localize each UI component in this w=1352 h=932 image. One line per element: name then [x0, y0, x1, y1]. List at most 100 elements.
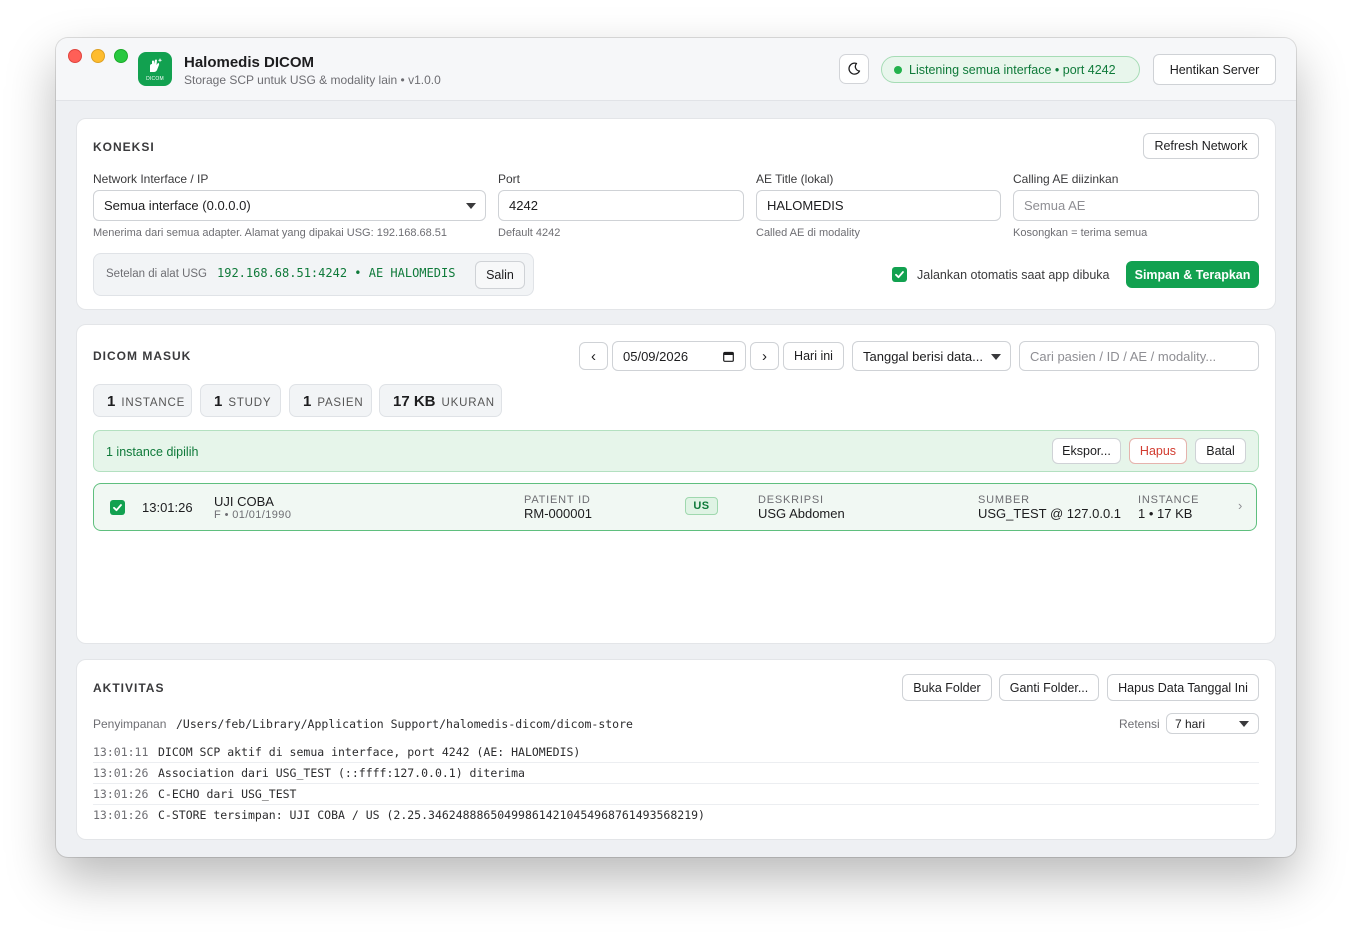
- patient-name: UJI COBA: [214, 494, 274, 509]
- stat-patient-value: 1: [303, 393, 312, 410]
- log-time: 13:01:26: [93, 808, 149, 822]
- log-time: 13:01:26: [93, 766, 149, 780]
- delete-button[interactable]: Hapus: [1129, 438, 1187, 464]
- log-message: C-ECHO dari USG_TEST: [158, 787, 297, 801]
- row-time: 13:01:26: [142, 500, 193, 515]
- modality-badge: US: [685, 497, 718, 515]
- chevron-down-icon: [466, 203, 476, 209]
- save-apply-button[interactable]: Simpan & Terapkan: [1126, 261, 1259, 288]
- ae-title-input[interactable]: HALOMEDIS: [756, 190, 1001, 221]
- zoom-window-button[interactable]: [114, 49, 128, 63]
- connection-title: KONEKSI: [93, 140, 155, 154]
- storage-label: Penyimpanan: [93, 717, 167, 731]
- refresh-network-button[interactable]: Refresh Network: [1143, 133, 1259, 159]
- server-status-text: Listening semua interface • port 4242: [909, 62, 1116, 77]
- calling-ae-input[interactable]: Semua AE: [1013, 190, 1259, 221]
- interface-label: Network Interface / IP: [93, 172, 209, 186]
- usg-settings-label: Setelan di alat USG: [106, 268, 208, 280]
- app-logo: DICOM: [138, 52, 172, 86]
- theme-toggle-button[interactable]: [839, 54, 869, 84]
- checkmark-icon: [895, 271, 904, 279]
- search-input[interactable]: Cari pasien / ID / AE / modality...: [1019, 341, 1259, 371]
- calling-ae-hint: Kosongkan = terima semua: [1013, 227, 1148, 239]
- stop-server-button[interactable]: Hentikan Server: [1153, 54, 1276, 85]
- usg-settings-value: 192.168.68.51:4242 • AE HALOMEDIS: [217, 266, 456, 280]
- port-label: Port: [498, 172, 521, 186]
- stat-instance-label: INSTANCE: [121, 397, 186, 409]
- stat-instance-value: 1: [107, 393, 116, 410]
- moon-icon: [848, 62, 861, 75]
- ae-title-hint: Called AE di modality: [756, 227, 860, 239]
- server-status-badge: Listening semua interface • port 4242: [881, 56, 1140, 83]
- activity-title: AKTIVITAS: [93, 681, 165, 695]
- port-input[interactable]: 4242: [498, 190, 744, 221]
- port-hint: Default 4242: [498, 227, 561, 239]
- next-date-button[interactable]: ›: [750, 342, 779, 370]
- row-checkbox[interactable]: [110, 500, 125, 515]
- date-input[interactable]: 05/09/2026: [612, 341, 746, 371]
- log-line: 13:01:26 C-ECHO dari USG_TEST: [93, 784, 1259, 805]
- logo-text: DICOM: [146, 75, 164, 82]
- log-message: Association dari USG_TEST (::ffff:127.0.…: [158, 766, 525, 780]
- log-message: DICOM SCP aktif di semua interface, port…: [158, 745, 581, 759]
- stat-patient-label: PASIEN: [317, 397, 364, 409]
- change-folder-button[interactable]: Ganti Folder...: [999, 674, 1099, 701]
- minimize-window-button[interactable]: [91, 49, 105, 63]
- app-title: Halomedis DICOM: [184, 54, 315, 71]
- log-time: 13:01:11: [93, 745, 149, 759]
- interface-hint: Menerima dari semua adapter. Alamat yang…: [93, 227, 448, 239]
- patient-id: RM-000001: [524, 506, 592, 521]
- hand-sparkle-icon: [150, 57, 163, 72]
- copy-button[interactable]: Salin: [475, 261, 525, 289]
- log-line: 13:01:26 Association dari USG_TEST (::ff…: [93, 763, 1259, 784]
- retention-value: 7 hari: [1175, 716, 1206, 731]
- cancel-button[interactable]: Batal: [1195, 438, 1246, 464]
- retention-select[interactable]: 7 hari: [1166, 713, 1259, 734]
- close-window-button[interactable]: [68, 49, 82, 63]
- chevron-down-icon: [1239, 721, 1249, 727]
- stat-patient: 1 PASIEN: [289, 384, 372, 417]
- stat-study-label: STUDY: [228, 397, 272, 409]
- prev-date-button[interactable]: ‹: [579, 342, 608, 370]
- app-subtitle: Storage SCP untuk USG & modality lain • …: [184, 73, 441, 87]
- selection-count: 1 instance dipilih: [106, 445, 199, 459]
- dicom-title: DICOM MASUK: [93, 349, 192, 363]
- calendar-icon: [723, 351, 734, 362]
- today-button[interactable]: Hari ini: [783, 342, 844, 370]
- instance-info: 1 • 17 KB: [1138, 506, 1193, 521]
- chevron-right-icon: ›: [762, 347, 767, 365]
- stat-instance: 1 INSTANCE: [93, 384, 192, 417]
- log-line: 13:01:11 DICOM SCP aktif di semua interf…: [93, 742, 1259, 763]
- row-chevron-icon[interactable]: ›: [1238, 498, 1242, 513]
- autostart-checkbox[interactable]: [892, 267, 907, 282]
- titlebar: DICOM Halomedis DICOM Storage SCP untuk …: [56, 38, 1296, 101]
- patient-id-caption: PATIENT ID: [524, 494, 591, 506]
- autostart-label: Jalankan otomatis saat app dibuka: [917, 268, 1110, 282]
- retention-label: Retensi: [1119, 717, 1160, 731]
- calling-ae-label: Calling AE diizinkan: [1013, 172, 1119, 186]
- ae-title-label: AE Title (lokal): [756, 172, 834, 186]
- log-message: C-STORE tersimpan: UJI COBA / US (2.25.3…: [158, 808, 705, 822]
- interface-value: Semua interface (0.0.0.0): [104, 198, 251, 213]
- instance-row[interactable]: 13:01:26 UJI COBA F • 01/01/1990 PATIENT…: [93, 483, 1257, 531]
- instance-caption: INSTANCE: [1138, 494, 1200, 506]
- patient-meta: F • 01/01/1990: [214, 509, 292, 521]
- stat-study: 1 STUDY: [200, 384, 281, 417]
- delete-date-data-button[interactable]: Hapus Data Tanggal Ini: [1107, 674, 1259, 701]
- export-button[interactable]: Ekspor...: [1052, 438, 1121, 464]
- storage-path: /Users/feb/Library/Application Support/h…: [176, 717, 633, 731]
- checkmark-icon: [113, 504, 122, 512]
- description-caption: DESKRIPSI: [758, 494, 824, 506]
- open-folder-button[interactable]: Buka Folder: [902, 674, 992, 701]
- chevron-left-icon: ‹: [591, 347, 596, 365]
- stat-size-value: 17 KB: [393, 393, 436, 410]
- stat-study-value: 1: [214, 393, 223, 410]
- usg-settings-box: Setelan di alat USG 192.168.68.51:4242 •…: [93, 253, 534, 296]
- date-value: 05/09/2026: [623, 348, 689, 364]
- stat-size-label: UKURAN: [441, 397, 495, 409]
- stat-size: 17 KB UKURAN: [379, 384, 502, 417]
- log-time: 13:01:26: [93, 787, 149, 801]
- interface-select[interactable]: Semua interface (0.0.0.0): [93, 190, 486, 221]
- date-filter-select[interactable]: Tanggal berisi data...: [852, 341, 1011, 371]
- app-window: DICOM Halomedis DICOM Storage SCP untuk …: [56, 38, 1296, 857]
